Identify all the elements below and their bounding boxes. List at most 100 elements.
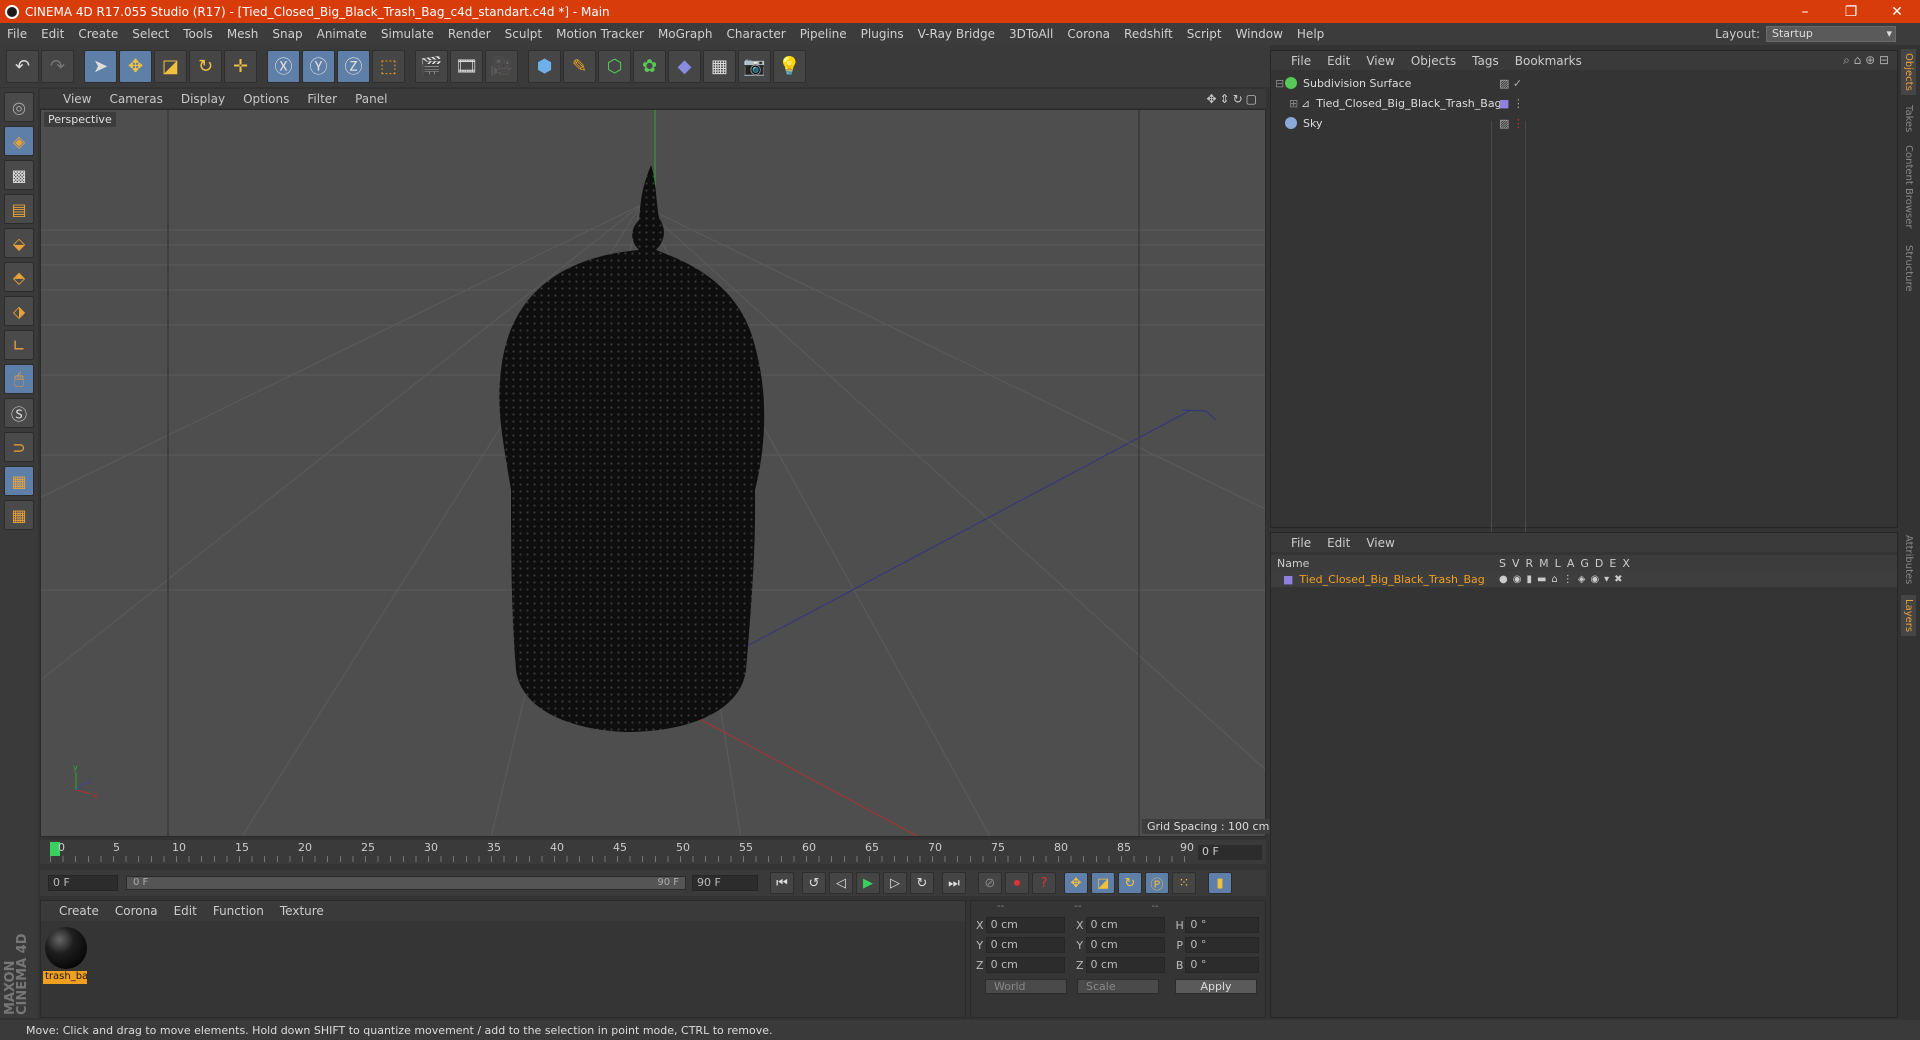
menu-file[interactable]: File [0,27,34,41]
autokey-icon[interactable]: ? [1032,872,1056,894]
menu-render[interactable]: Render [441,27,498,41]
tab-takes[interactable]: Takes [1903,105,1914,132]
snap-magnet-icon[interactable]: ⊃ [4,432,34,462]
x-axis-lock-icon[interactable]: Ⓧ [267,49,300,83]
layer-row[interactable]: ■ Tied_Closed_Big_Black_Trash_Bag ●◉▮▬⌂⋮… [1271,571,1897,587]
obj-menu-view[interactable]: View [1358,54,1402,68]
menu-tools[interactable]: Tools [176,27,220,41]
vp-menu-panel[interactable]: Panel [346,92,396,106]
mograph-cloner-icon[interactable]: ✿ [633,49,666,83]
coord-space-dropdown[interactable]: World [985,979,1067,994]
record-key-icon[interactable]: ⏺ [1005,872,1029,894]
coord-scale-dropdown[interactable]: Scale [1077,979,1159,994]
goto-end-icon[interactable]: ⏭ [942,872,966,894]
menu-mesh[interactable]: Mesh [220,27,266,41]
position-y-field[interactable]: 0 cm [985,937,1065,953]
timeline-layout-icon[interactable]: ▮ [1208,872,1232,894]
material-preview-swatch[interactable] [45,927,87,969]
layer-toggle-icons[interactable]: ●◉▮▬⌂⋮◈◉▾✖ [1499,574,1628,585]
motion-record-icon[interactable]: ⊘ [978,872,1002,894]
rotation-b-field[interactable]: 0 ° [1185,957,1259,973]
preview-range-slider[interactable]: 0 F 90 F [126,876,686,890]
layer-color-swatch[interactable]: ■ [1283,573,1293,586]
menu-redshift[interactable]: Redshift [1117,27,1180,41]
obj-menu-bookmarks[interactable]: Bookmarks [1507,54,1590,68]
object-row-subdivision[interactable]: ⊟ Subdivision Surface ▨ ✓ [1275,73,1895,93]
z-axis-lock-icon[interactable]: Ⓩ [337,49,370,83]
redo-icon[interactable]: ↷ [41,49,74,83]
position-z-field[interactable]: 0 cm [985,957,1065,973]
perspective-viewport[interactable]: y x z [40,109,1266,837]
key-pla-icon[interactable]: ⁙ [1172,872,1196,894]
object-row-sky[interactable]: Sky ▨ ⋮ [1275,113,1895,133]
workplane-lock-icon[interactable]: ▦ [4,466,34,496]
workplane-orient-icon[interactable]: ▦ [4,500,34,530]
tab-attributes[interactable]: Attributes [1903,535,1914,584]
menu-select[interactable]: Select [125,27,176,41]
viewport-nav-icons[interactable]: ✥⇕↻▢ [1206,92,1266,106]
end-frame-field[interactable]: 90 F [692,875,758,891]
undo-icon[interactable]: ↶ [6,49,39,83]
object-flags[interactable]: ■ ⋮ [1499,97,1524,110]
tab-objects[interactable]: Objects [1901,49,1916,95]
vp-menu-display[interactable]: Display [172,92,234,106]
vp-menu-filter[interactable]: Filter [298,92,346,106]
obj-search-icons[interactable]: ⌕ ⌂ ⊕ ⊟ [1843,53,1897,68]
obj-menu-file[interactable]: File [1283,54,1319,68]
size-z-field[interactable]: 0 cm [1085,957,1165,973]
workplane-mode-icon[interactable]: ▤ [4,194,34,224]
vp-menu-cameras[interactable]: Cameras [100,92,171,106]
timeline-ruler[interactable]: 0 5 10 15 20 25 30 35 40 45 50 55 60 65 … [40,840,1266,864]
coordinate-system-icon[interactable]: ⬚ [372,49,405,83]
layer-menu-view[interactable]: View [1358,536,1402,550]
model-mode-icon[interactable]: ◈ [4,126,34,156]
render-picture-viewer-icon[interactable]: 🎞 [450,49,483,83]
menu-script[interactable]: Script [1180,27,1229,41]
mat-menu-edit[interactable]: Edit [166,904,205,918]
mat-menu-function[interactable]: Function [205,904,272,918]
play-icon[interactable]: ▶ [856,872,880,894]
camera-icon[interactable]: 📷 [738,49,771,83]
key-rotation-icon[interactable]: ↻ [1118,872,1142,894]
next-key-icon[interactable]: ↻ [910,872,934,894]
minimize-button[interactable]: – [1782,4,1828,20]
menu-pipeline[interactable]: Pipeline [793,27,854,41]
menu-plugins[interactable]: Plugins [854,27,911,41]
previous-key-icon[interactable]: ↺ [802,872,826,894]
layer-menu-file[interactable]: File [1283,536,1319,550]
mat-menu-corona[interactable]: Corona [107,904,166,918]
layout-select[interactable]: Startup [1766,26,1896,42]
y-axis-lock-icon[interactable]: Ⓨ [302,49,335,83]
previous-frame-icon[interactable]: ◁ [829,872,853,894]
key-parameter-icon[interactable]: Ⓟ [1145,872,1169,894]
obj-menu-objects[interactable]: Objects [1403,54,1464,68]
select-arrow-icon[interactable]: ➤ [84,49,117,83]
move-tool-icon[interactable]: ✥ [119,49,152,83]
menu-animate[interactable]: Animate [310,27,374,41]
vp-menu-view[interactable]: View [54,92,100,106]
vp-menu-options[interactable]: Options [234,92,298,106]
axis-mode-icon[interactable]: ∟ [4,330,34,360]
tab-structure[interactable]: Structure [1903,245,1914,292]
menu-vray-bridge[interactable]: V-Ray Bridge [911,27,1002,41]
next-frame-icon[interactable]: ▷ [883,872,907,894]
object-row-trash-bag[interactable]: ⊞ ⊿ Tied_Closed_Big_Black_Trash_Bag ■ ⋮ [1275,93,1895,113]
menu-motion-tracker[interactable]: Motion Tracker [549,27,651,41]
key-position-icon[interactable]: ✥ [1064,872,1088,894]
solo-mode-icon[interactable]: Ⓢ [4,398,34,428]
menu-help[interactable]: Help [1290,27,1331,41]
menu-sculpt[interactable]: Sculpt [498,27,549,41]
key-scale-icon[interactable]: ◪ [1091,872,1115,894]
obj-menu-edit[interactable]: Edit [1319,54,1358,68]
goto-start-icon[interactable]: ⏮ [770,872,794,894]
recent-tool-icon[interactable]: ✛ [224,49,257,83]
light-icon[interactable]: 💡 [773,49,806,83]
object-flags[interactable]: ▨ ⋮ [1499,117,1524,130]
size-x-field[interactable]: 0 cm [1085,917,1165,933]
obj-menu-tags[interactable]: Tags [1464,54,1507,68]
menu-create[interactable]: Create [71,27,125,41]
menu-edit[interactable]: Edit [34,27,71,41]
polygons-mode-icon[interactable]: ⬗ [4,296,34,326]
edges-mode-icon[interactable]: ⬘ [4,262,34,292]
menu-mograph[interactable]: MoGraph [651,27,720,41]
